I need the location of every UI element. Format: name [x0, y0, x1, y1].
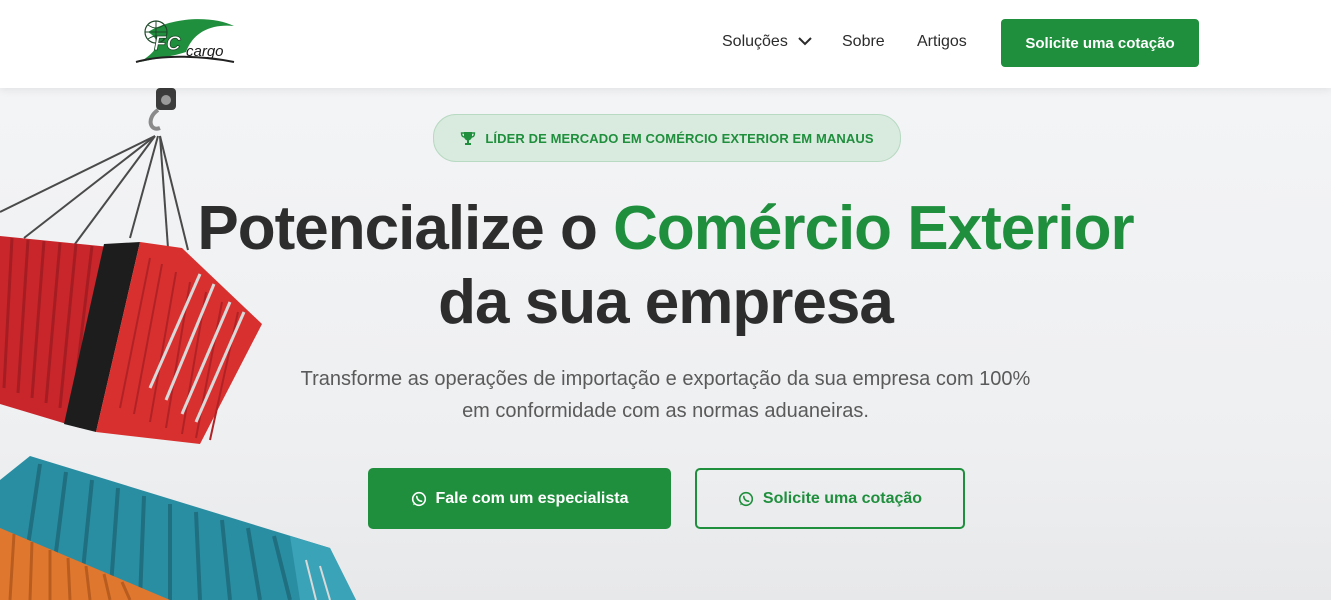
market-leader-badge: LÍDER DE MERCADO EM COMÉRCIO EXTERIOR EM…	[433, 114, 901, 162]
hero-title-line2: da sua empresa	[438, 268, 894, 337]
talk-to-specialist-label: Fale com um especialista	[435, 489, 629, 507]
hero-section: LÍDER DE MERCADO EM COMÉRCIO EXTERIOR EM…	[0, 88, 1331, 600]
svg-text:FC: FC	[154, 33, 181, 55]
whatsapp-icon	[411, 491, 426, 506]
nav-sobre[interactable]: Sobre	[842, 33, 885, 51]
site-header: FC cargo Soluções Sobre Artigos Solicite…	[0, 0, 1331, 88]
whatsapp-icon	[738, 491, 754, 506]
hero-title-highlight: Comércio Exterior	[613, 194, 1135, 263]
chevron-down-icon	[798, 33, 812, 51]
nav-solucoes-label: Soluções	[722, 33, 788, 51]
nav-artigos[interactable]: Artigos	[917, 33, 967, 51]
request-quote-label: Solicite uma cotação	[762, 489, 923, 507]
hero-subtitle-line2: em conformidade com as normas aduaneiras…	[462, 400, 869, 422]
trophy-icon	[461, 132, 476, 145]
hero-title-line1: Potencialize o Comércio Exterior	[0, 191, 1331, 267]
shipping-containers-image	[0, 88, 356, 600]
nav-solucoes[interactable]: Soluções	[722, 33, 812, 51]
svg-text:cargo: cargo	[186, 43, 224, 60]
badge-text: LÍDER DE MERCADO EM COMÉRCIO EXTERIOR EM…	[485, 130, 874, 146]
request-quote-button[interactable]: Solicite uma cotação	[695, 468, 965, 529]
talk-to-specialist-button[interactable]: Fale com um especialista	[368, 468, 671, 529]
hero-title-part1: Potencialize o	[197, 194, 614, 263]
header-quote-button[interactable]: Solicite uma cotação	[1001, 19, 1199, 67]
fc-cargo-logo[interactable]: FC cargo	[134, 12, 238, 68]
hero-subtitle-line1: Transforme as operações de importação e …	[300, 368, 1031, 390]
